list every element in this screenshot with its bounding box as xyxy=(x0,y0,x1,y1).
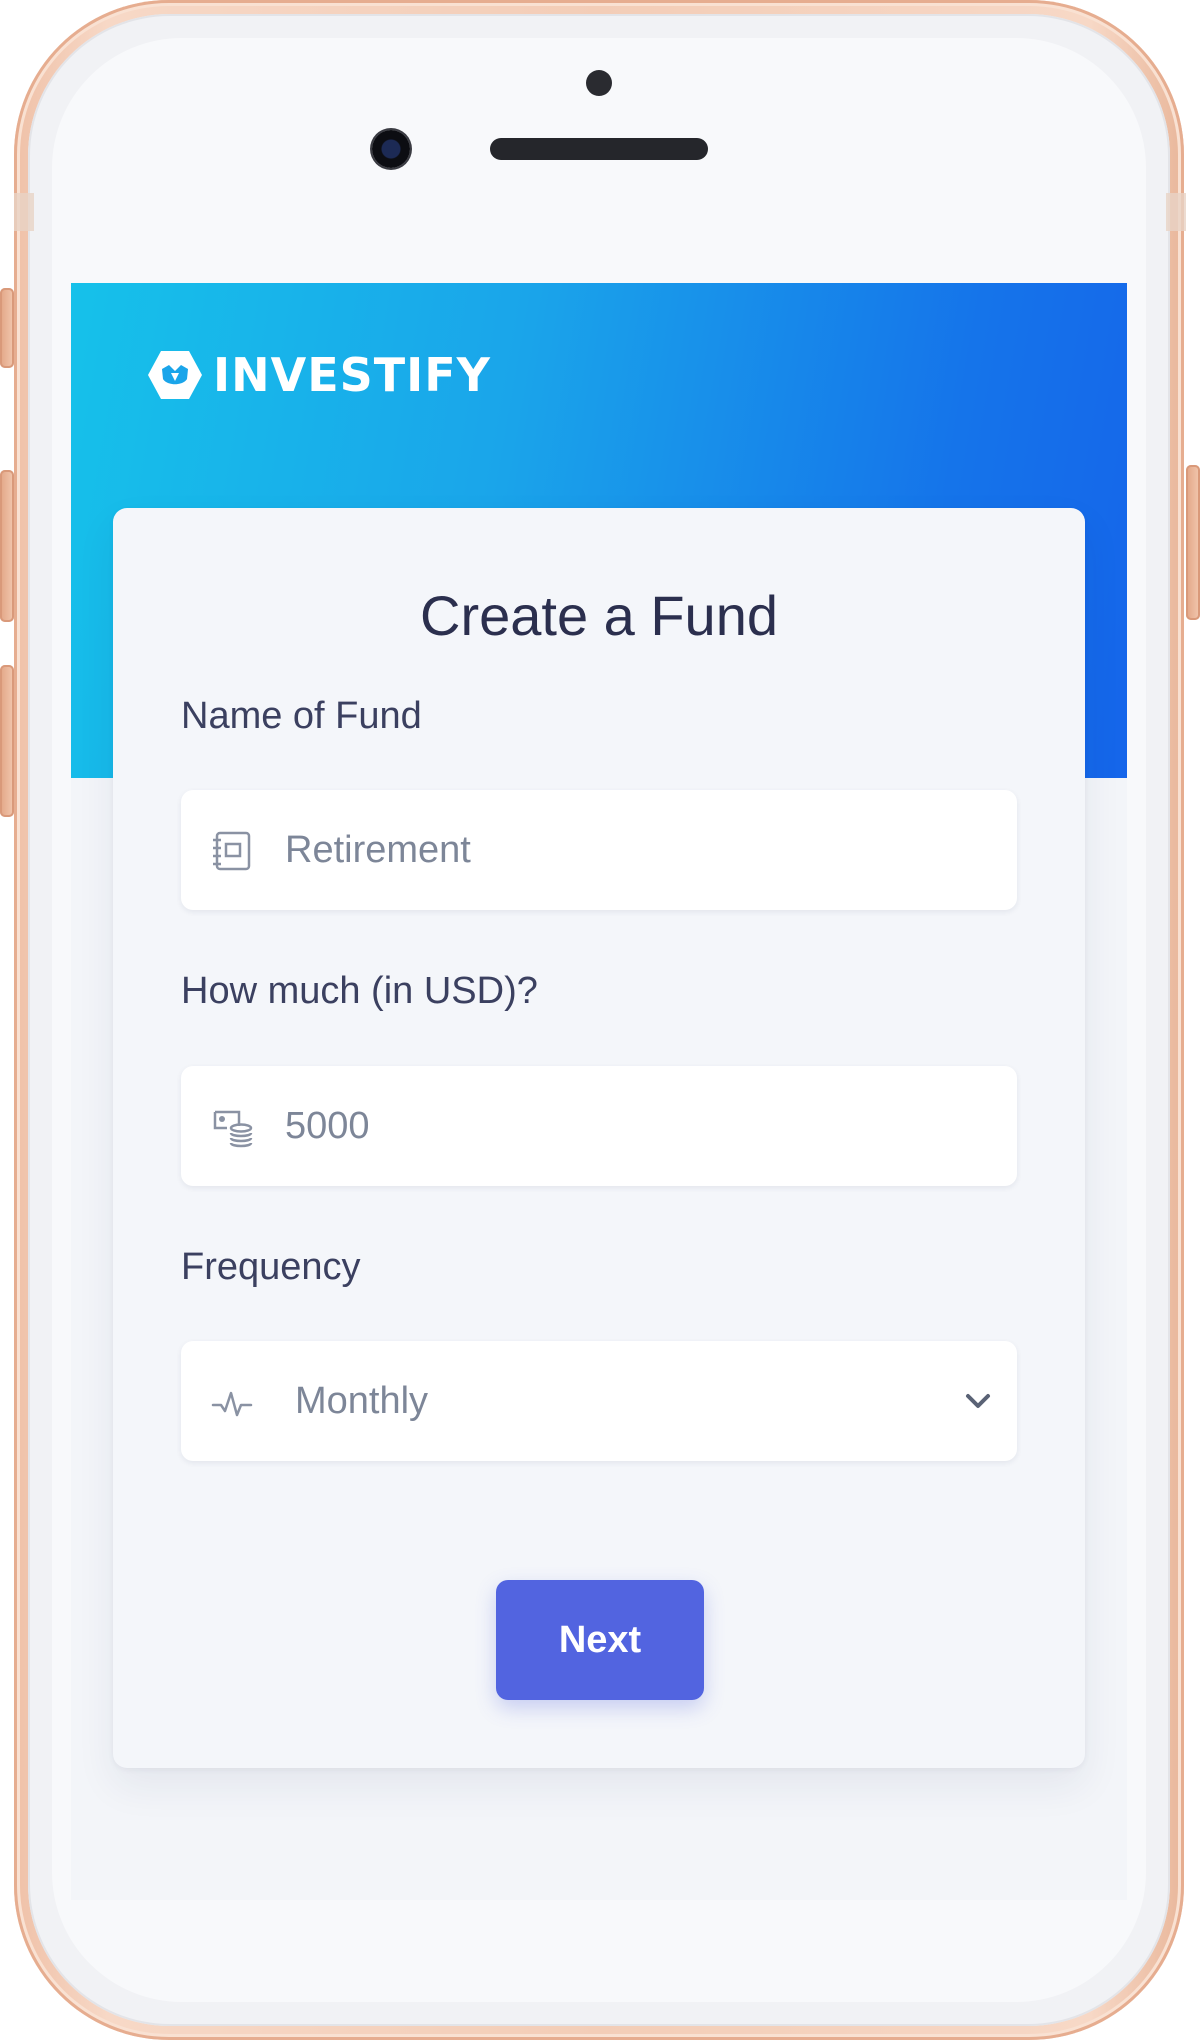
amount-value: 5000 xyxy=(285,1105,370,1147)
fund-name-label: Name of Fund xyxy=(181,695,422,737)
app-screen: INVESTIFY Create a Fund Name of Fund Ret… xyxy=(71,283,1127,1900)
chevron-down-icon[interactable] xyxy=(963,1387,993,1415)
antenna-band-left xyxy=(14,193,34,231)
brand-logo[interactable]: INVESTIFY xyxy=(147,348,491,402)
pulse-icon xyxy=(211,1391,253,1417)
next-button[interactable]: Next xyxy=(496,1580,704,1700)
amount-input[interactable]: 5000 xyxy=(181,1066,1017,1186)
mute-switch xyxy=(0,288,14,368)
amount-label: How much (in USD)? xyxy=(181,970,538,1012)
volume-up-button xyxy=(0,470,14,622)
antenna-band-right xyxy=(1166,193,1186,231)
frequency-value: Monthly xyxy=(295,1380,429,1422)
create-fund-card: Create a Fund Name of Fund Retirement Ho… xyxy=(113,508,1085,1768)
frequency-label: Frequency xyxy=(181,1246,361,1288)
proximity-sensor xyxy=(586,70,612,96)
notebook-icon xyxy=(213,831,251,871)
hexagon-logo-icon xyxy=(148,351,202,399)
power-button xyxy=(1186,465,1200,620)
earpiece-speaker xyxy=(490,138,708,160)
front-camera xyxy=(372,130,410,168)
money-stack-icon xyxy=(213,1110,253,1148)
frequency-select[interactable]: Monthly xyxy=(181,1341,1017,1461)
page-title: Create a Fund xyxy=(420,584,778,647)
brand-name: INVESTIFY xyxy=(213,348,491,402)
volume-down-button xyxy=(0,665,14,817)
fund-name-input[interactable]: Retirement xyxy=(181,790,1017,910)
fund-name-value: Retirement xyxy=(285,829,471,871)
